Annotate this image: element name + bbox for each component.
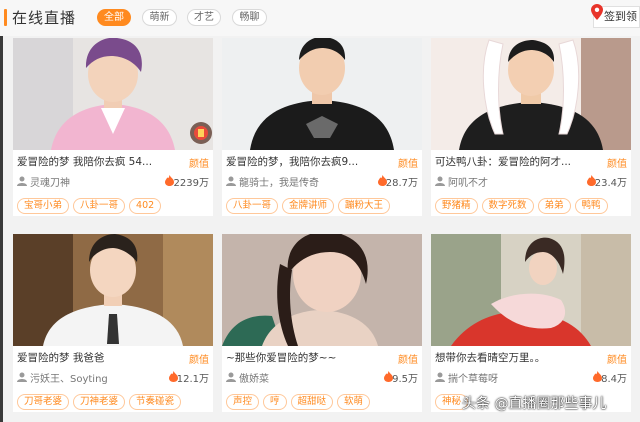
filter-newbie[interactable]: 萌新 [142,9,177,26]
stream-thumbnail[interactable] [13,234,213,346]
room-title[interactable]: 可达鸭八卦：爱冒险的阿才... [435,154,595,169]
stream-thumbnail[interactable] [13,38,213,150]
filter-chat[interactable]: 畅聊 [232,9,267,26]
stream-card[interactable]: 可达鸭八卦：爱冒险的阿才... 颜值 阿叽不才 23.4万 野猪精 数字死数 弟弟鸭… [431,38,631,216]
tag-chip[interactable]: 金牌讲师 [282,198,335,214]
tag-chip[interactable]: 节奏碰瓷 [129,394,182,410]
room-title[interactable]: ~那些你爱冒险的梦~~ [226,350,386,365]
tag-chip[interactable]: 刀哥老婆 [17,394,70,410]
anchor-name[interactable]: 污妖王、Soyting [30,370,160,385]
stream-card[interactable]: 想带你去看晴空万里。。 颜值 揣个草莓呀 8.4万 神秘 [431,234,631,412]
stream-card[interactable]: ~那些你爱冒险的梦~~ 颜值 傲娇菜 9.5万 声控哼超甜哒 软萌 [222,234,422,412]
room-title[interactable]: 爱冒险的梦，我陪你去疯9... [226,154,386,169]
user-icon [17,176,27,186]
tag-chip[interactable]: 八卦一哥 [226,198,279,214]
tag-chip[interactable]: 八卦一哥 [73,198,126,214]
room-title[interactable]: 爱冒险的梦 我陪你去疯 54... [17,154,177,169]
title-accent-bar [4,9,7,26]
tag-chip[interactable]: 声控 [226,394,260,410]
popularity-count: 9.5万 [392,374,418,385]
tag-chip-list: 宝哥小弟 八卦一哥 402 [17,193,165,214]
anchor-name[interactable]: 灵魂刀神 [30,174,160,189]
user-icon [17,372,27,382]
anchor-name[interactable]: 傲娇菜 [239,370,369,385]
tag-chip-list: 八卦一哥 金牌讲师 蹦粉大王 [226,193,394,214]
stream-thumbnail[interactable] [222,234,422,346]
location-pin-icon [591,4,603,20]
popularity-count: 23.4万 [594,178,627,189]
category-tag: 颜值 [189,355,209,366]
tag-chip[interactable]: 蹦粉大王 [338,198,391,214]
anchor-name[interactable]: 揣个草莓呀 [448,370,578,385]
anchor-name[interactable]: 阿叽不才 [448,174,578,189]
window-edge [0,36,3,422]
tag-chip[interactable]: 超甜哒 [290,394,334,410]
tag-chip[interactable]: 数字死数 [481,198,534,214]
tag-chip[interactable]: 弟弟 [537,198,571,214]
category-tag: 颜值 [189,159,209,170]
tag-chip[interactable]: 鸭鸭 [574,198,608,214]
stream-card[interactable]: 爱冒险的梦 我陪你去疯 54... 颜值 灵魂刀神 2239万 宝哥小弟 八卦一哥… [13,38,213,216]
category-tag: 颜值 [607,355,627,366]
popularity-count: 12.1万 [176,374,209,385]
filter-all[interactable]: 全部 [97,9,131,26]
popularity-count: 2239万 [173,178,209,189]
stream-thumbnail[interactable] [222,38,422,150]
category-tag: 颜值 [398,355,418,366]
popularity-count: 28.7万 [385,178,418,189]
category-tag: 颜值 [398,159,418,170]
user-icon [435,176,445,186]
tag-chip[interactable]: 野猪精 [435,198,478,214]
tag-chip-list: 野猪精 数字死数 弟弟 鸭鸭 [435,193,612,214]
header-bar: 在线直播 全部 萌新 才艺 畅聊 签到领 [0,0,640,36]
room-title[interactable]: 爱冒险的梦 我爸爸 [17,350,177,365]
popularity-count: 8.4万 [601,374,627,385]
tag-chip[interactable]: 软萌 [337,394,371,410]
watermark-text: 头条 @直播圈那些事儿 [462,396,607,412]
tag-chip[interactable]: 宝哥小弟 [17,198,70,214]
user-icon [226,372,236,382]
room-title[interactable]: 想带你去看晴空万里。。 [435,350,595,365]
tag-chip[interactable]: 刀神老婆 [73,394,126,410]
user-icon [226,176,236,186]
tag-chip-list: 声控哼超甜哒 软萌 [226,389,374,410]
stream-card[interactable]: 爱冒险的梦 我爸爸 颜值 污妖王、Soyting 12.1万 刀哥老婆 刀神老婆节… [13,234,213,412]
tag-chip-list: 刀哥老婆 刀神老婆 节奏碰瓷 [17,389,185,410]
filter-talent[interactable]: 才艺 [187,9,221,26]
user-icon [435,372,445,382]
page-title: 在线直播 [12,9,77,27]
tag-chip[interactable]: 402 [129,198,162,214]
tag-chip[interactable]: 哼 [263,394,287,410]
stream-thumbnail[interactable] [431,234,631,346]
stream-thumbnail[interactable] [431,38,631,150]
anchor-name[interactable]: 龍骑士，我是传奇 [239,174,369,189]
anchor-badge-icon [190,122,212,144]
category-tag: 颜值 [607,159,627,170]
stream-card[interactable]: 爱冒险的梦，我陪你去疯9... 颜值 龍骑士，我是传奇 28.7万 八卦一哥 金牌… [222,38,422,216]
